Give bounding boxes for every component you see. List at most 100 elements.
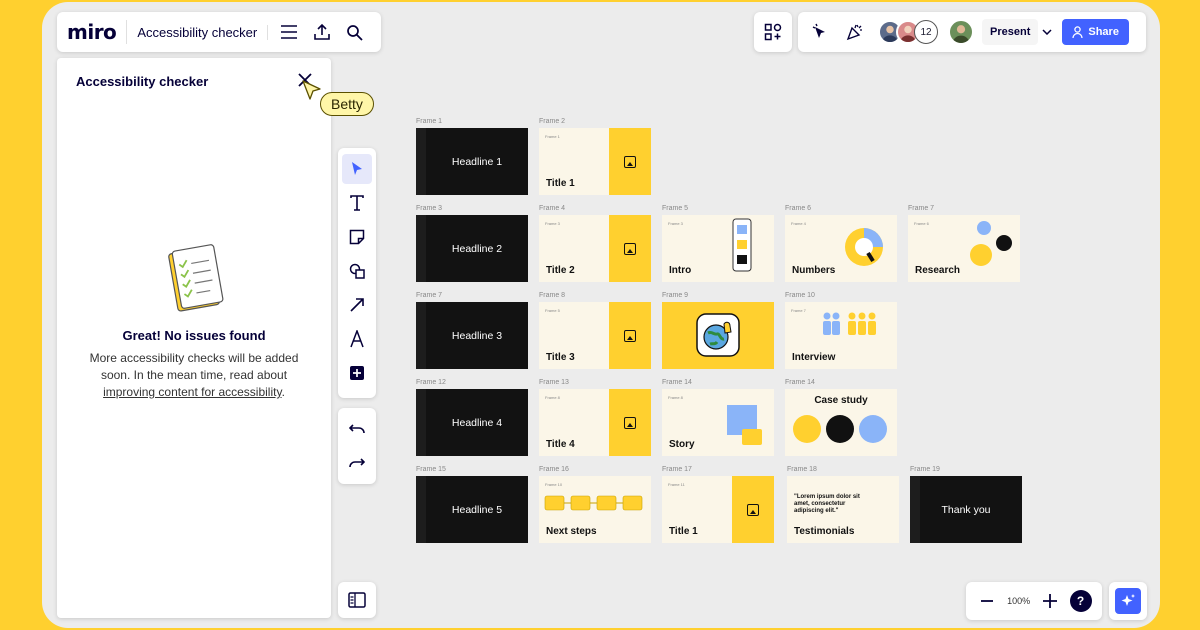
app-window: miro Accessibility checker Accessibility…: [42, 2, 1160, 628]
frame-thumbnail[interactable]: Frame 3 Title 2: [539, 215, 651, 282]
zoom-level[interactable]: 100%: [1007, 596, 1030, 606]
image-icon: [624, 242, 636, 255]
menu-button[interactable]: [272, 17, 305, 47]
frame-thumbnail[interactable]: Frame 6 Research: [908, 215, 1020, 282]
frame-title: Title 3: [546, 352, 575, 363]
reactions-button[interactable]: [804, 17, 838, 47]
avatar[interactable]: [948, 19, 974, 45]
frame-title: Story: [669, 439, 695, 450]
frame-label[interactable]: Frame 7: [908, 205, 934, 212]
frame-thumbnail[interactable]: Frame 3 Intro: [662, 215, 774, 282]
frame-label[interactable]: Frame 17: [662, 466, 692, 473]
frame-mini-label: Frame 3: [545, 221, 560, 226]
undo-button[interactable]: [342, 414, 372, 444]
status-message-period: .: [281, 385, 285, 399]
zoom-in-icon: [1042, 594, 1057, 608]
frame-headline: Thank you: [941, 503, 991, 516]
present-button[interactable]: Present: [982, 19, 1039, 45]
frame-thumbnail[interactable]: Headline 3: [416, 302, 528, 369]
frame-thumbnail[interactable]: Headline 4: [416, 389, 528, 456]
redo-button[interactable]: [342, 448, 372, 478]
frame-label[interactable]: Frame 6: [785, 205, 811, 212]
frame-headline: Headline 5: [451, 503, 503, 516]
frame-mini-label: Frame 1: [545, 134, 560, 139]
board-title[interactable]: Accessibility checker: [127, 24, 269, 40]
frame-label[interactable]: Frame 19: [910, 466, 940, 473]
frame-label[interactable]: Frame 15: [416, 466, 446, 473]
frame-label[interactable]: Frame 13: [539, 379, 569, 386]
frame-thumbnail[interactable]: Thank you: [910, 476, 1022, 543]
frame-label[interactable]: Frame 10: [785, 292, 815, 299]
frame-headline: Headline 2: [451, 242, 503, 255]
status-title: Great! No issues found: [122, 328, 266, 343]
frame-mini-label: Frame 5: [545, 308, 560, 313]
sparkle-icon: [1121, 594, 1135, 606]
ai-assist-button[interactable]: [1115, 588, 1141, 614]
frame-label[interactable]: Frame 5: [662, 205, 688, 212]
panel-icon: [348, 592, 366, 608]
apps-icon: [764, 23, 782, 41]
frame-label[interactable]: Frame 8: [539, 292, 565, 299]
zoom-in-button[interactable]: [1039, 586, 1061, 616]
frame-label[interactable]: Frame 4: [539, 205, 565, 212]
collaborator-count-badge[interactable]: 12: [914, 20, 938, 44]
celebrate-button[interactable]: [838, 17, 872, 47]
image-placeholder: [609, 302, 651, 369]
status-message: More accessibility checks will be added …: [87, 350, 301, 401]
panel-toggle-button[interactable]: [338, 582, 376, 618]
search-button[interactable]: [338, 17, 371, 47]
present-options-dropdown[interactable]: [1038, 17, 1056, 47]
frame-thumbnail[interactable]: Testimonials "Lorem ipsum dolor sit amet,…: [787, 476, 899, 543]
frame-headline: Headline 3: [451, 329, 503, 342]
frame-title: Next steps: [546, 526, 597, 537]
frame-title: Title 2: [546, 265, 575, 276]
redo-icon: [349, 458, 365, 468]
frame-thumbnail[interactable]: Frame 8 Story: [662, 389, 774, 456]
frame-thumbnail[interactable]: Headline 2: [416, 215, 528, 282]
frame-thumbnail[interactable]: Frame 7 Interview: [785, 302, 897, 369]
apps-button[interactable]: [754, 12, 792, 52]
select-icon: [352, 162, 362, 175]
frame-thumbnail[interactable]: Headline 1: [416, 128, 528, 195]
frame-label[interactable]: Frame 14: [662, 379, 692, 386]
frame-thumbnail[interactable]: Frame 8 Title 4: [539, 389, 651, 456]
share-button[interactable]: Share: [1062, 19, 1129, 45]
export-button[interactable]: [305, 17, 338, 47]
shapes-tool[interactable]: [342, 256, 372, 286]
zoom-out-button[interactable]: [976, 586, 998, 616]
frame-thumbnail[interactable]: Frame 10 Next steps: [539, 476, 651, 543]
accessibility-panel: Accessibility checker Great! No issues f…: [57, 58, 331, 618]
frame-thumbnail[interactable]: Frame 11 Title 1: [662, 476, 774, 543]
frame-thumbnail[interactable]: Frame 1 Title 1: [539, 128, 651, 195]
accessibility-help-link[interactable]: improving content for accessibility: [103, 385, 282, 399]
frame-label[interactable]: Frame 14: [785, 379, 815, 386]
frame-thumbnail[interactable]: [662, 302, 774, 369]
more-tools-button[interactable]: [342, 358, 372, 388]
collaborator-avatars[interactable]: 12: [878, 20, 938, 44]
frame-label[interactable]: Frame 1: [416, 118, 442, 125]
sticky-note-tool[interactable]: [342, 222, 372, 252]
frame-thumbnail[interactable]: Frame 5 Title 3: [539, 302, 651, 369]
collaborator-cursor-label: Betty: [320, 92, 374, 116]
select-tool[interactable]: [342, 154, 372, 184]
frame-label[interactable]: Frame 3: [416, 205, 442, 212]
frame-thumbnail[interactable]: Case study: [785, 389, 897, 456]
connector-tool[interactable]: [342, 290, 372, 320]
search-icon: [347, 24, 363, 41]
frame-label[interactable]: Frame 16: [539, 466, 569, 473]
celebrate-icon: [846, 24, 862, 41]
miro-logo[interactable]: miro: [67, 20, 128, 44]
frame-label[interactable]: Frame 2: [539, 118, 565, 125]
text-tool[interactable]: [342, 188, 372, 218]
help-button[interactable]: ?: [1069, 590, 1092, 612]
status-message-text: More accessibility checks will be added …: [89, 351, 299, 382]
frame-thumbnail[interactable]: Headline 5: [416, 476, 528, 543]
frame-label[interactable]: Frame 12: [416, 379, 446, 386]
frame-label[interactable]: Frame 7: [416, 292, 442, 299]
frame-thumbnail[interactable]: Frame 4 Numbers: [785, 215, 897, 282]
pen-tool[interactable]: [342, 324, 372, 354]
frame-label[interactable]: Frame 18: [787, 466, 817, 473]
frame-label[interactable]: Frame 9: [662, 292, 688, 299]
zoom-out-icon: [981, 600, 994, 602]
text-icon: [350, 195, 364, 211]
